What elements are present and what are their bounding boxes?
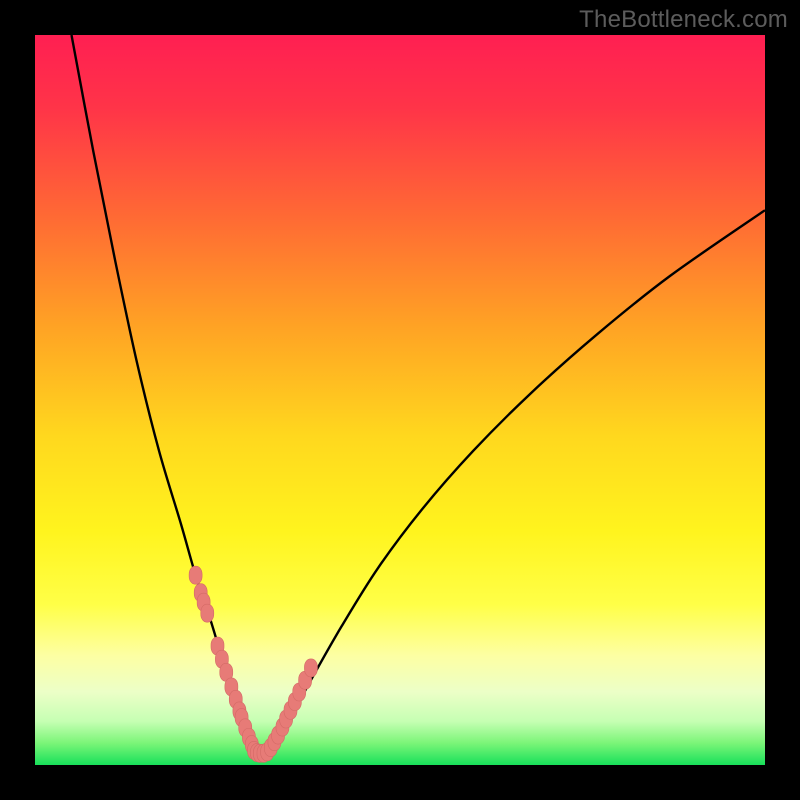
highlight-dot [189, 566, 202, 584]
highlight-dot [304, 659, 317, 677]
watermark-text: TheBottleneck.com [579, 6, 788, 34]
plot-area [35, 35, 765, 765]
chart-frame: TheBottleneck.com [0, 0, 800, 800]
highlight-dot [201, 604, 214, 622]
highlight-dots-group [189, 566, 317, 762]
chart-svg [35, 35, 765, 765]
bottleneck-curve [72, 35, 766, 755]
